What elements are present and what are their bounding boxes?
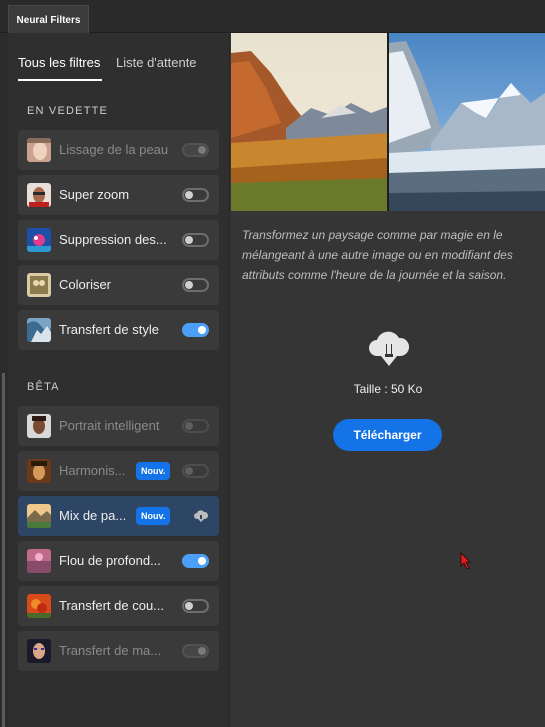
- filter-item-depth-blur[interactable]: Flou de profond...: [18, 541, 219, 581]
- man-portrait-icon: [27, 183, 51, 207]
- filter-item-smart-portrait[interactable]: Portrait intelligent: [18, 406, 219, 446]
- cloud-download-icon[interactable]: [193, 509, 209, 523]
- filter-detail-panel: Transformez un paysage comme par magie e…: [231, 33, 545, 727]
- color-transfer-icon: [27, 594, 51, 618]
- filter-item-artifact-removal[interactable]: Suppression des...: [18, 220, 219, 260]
- toggle-switch[interactable]: [182, 188, 209, 202]
- section-label-beta: BÊTA: [27, 381, 60, 393]
- mouse-cursor-icon: [460, 552, 471, 570]
- filter-label: Coloriser: [59, 277, 112, 292]
- filter-item-landscape-mixer[interactable]: Mix de pa... Nouv.: [18, 496, 219, 536]
- vintage-photo-icon: [27, 273, 51, 297]
- painting-style-icon: [27, 318, 51, 342]
- filter-label: Flou de profond...: [59, 553, 161, 568]
- left-edge-strip: [0, 33, 8, 727]
- filter-item-style-transfer[interactable]: Transfert de style: [18, 310, 219, 350]
- edge-scroll-mark: [2, 373, 5, 727]
- toggle-switch[interactable]: [182, 599, 209, 613]
- filter-label: Suppression des...: [59, 232, 167, 247]
- new-badge: Nouv.: [136, 507, 171, 525]
- download-size-text: Taille : 50 Ko: [353, 382, 423, 396]
- new-badge: Nouv.: [136, 462, 171, 480]
- toggle-switch[interactable]: [182, 419, 209, 433]
- toggle-switch[interactable]: [182, 143, 209, 157]
- portrait-icon: [27, 414, 51, 438]
- depth-blur-icon: [27, 549, 51, 573]
- filter-label: Mix de pa...: [59, 508, 127, 523]
- filter-item-color-transfer[interactable]: Transfert de cou...: [18, 586, 219, 626]
- toggle-switch[interactable]: [182, 323, 209, 337]
- filter-item-makeup-transfer[interactable]: Transfert de ma...: [18, 631, 219, 671]
- makeup-transfer-icon: [27, 639, 51, 663]
- filter-label: Transfert de ma...: [59, 643, 162, 658]
- toggle-switch[interactable]: [182, 644, 209, 658]
- before-after-preview-image: [231, 33, 545, 211]
- tab-all-filters-label: Tous les filtres: [18, 55, 101, 70]
- tab-all-filters[interactable]: Tous les filtres: [18, 55, 102, 81]
- section-label-featured: EN VEDETTE: [27, 105, 109, 117]
- panel-tab-neural-filters[interactable]: Neural Filters: [8, 5, 89, 34]
- filter-item-harmonization[interactable]: Harmonis... Nouv.: [18, 451, 219, 491]
- toggle-switch[interactable]: [182, 233, 209, 247]
- panel-tab-bar: Neural Filters: [0, 0, 545, 34]
- face-portrait-icon: [27, 138, 51, 162]
- filter-item-colorize[interactable]: Coloriser: [18, 265, 219, 305]
- download-button[interactable]: Télécharger: [333, 419, 442, 451]
- toggle-switch[interactable]: [182, 464, 209, 478]
- harmonization-icon: [27, 459, 51, 483]
- landscape-icon: [27, 504, 51, 528]
- filter-label: Transfert de style: [59, 322, 159, 337]
- active-tab-underline: [18, 79, 102, 81]
- filter-description: Transformez un paysage comme par magie e…: [242, 228, 513, 282]
- filter-label: Portrait intelligent: [59, 418, 160, 433]
- filter-label: Harmonis...: [59, 463, 126, 478]
- filter-label: Lissage de la peau: [59, 142, 169, 157]
- tab-waitlist[interactable]: Liste d'attente: [116, 55, 197, 70]
- filter-label: Transfert de cou...: [59, 598, 165, 613]
- filter-label: Super zoom: [59, 187, 130, 202]
- artifact-removal-icon: [27, 228, 51, 252]
- filter-item-super-zoom[interactable]: Super zoom: [18, 175, 219, 215]
- toggle-switch[interactable]: [182, 554, 209, 568]
- filter-item-skin-smoothing[interactable]: Lissage de la peau: [18, 130, 219, 170]
- toggle-switch[interactable]: [182, 278, 209, 292]
- cloud-download-icon: [369, 331, 410, 366]
